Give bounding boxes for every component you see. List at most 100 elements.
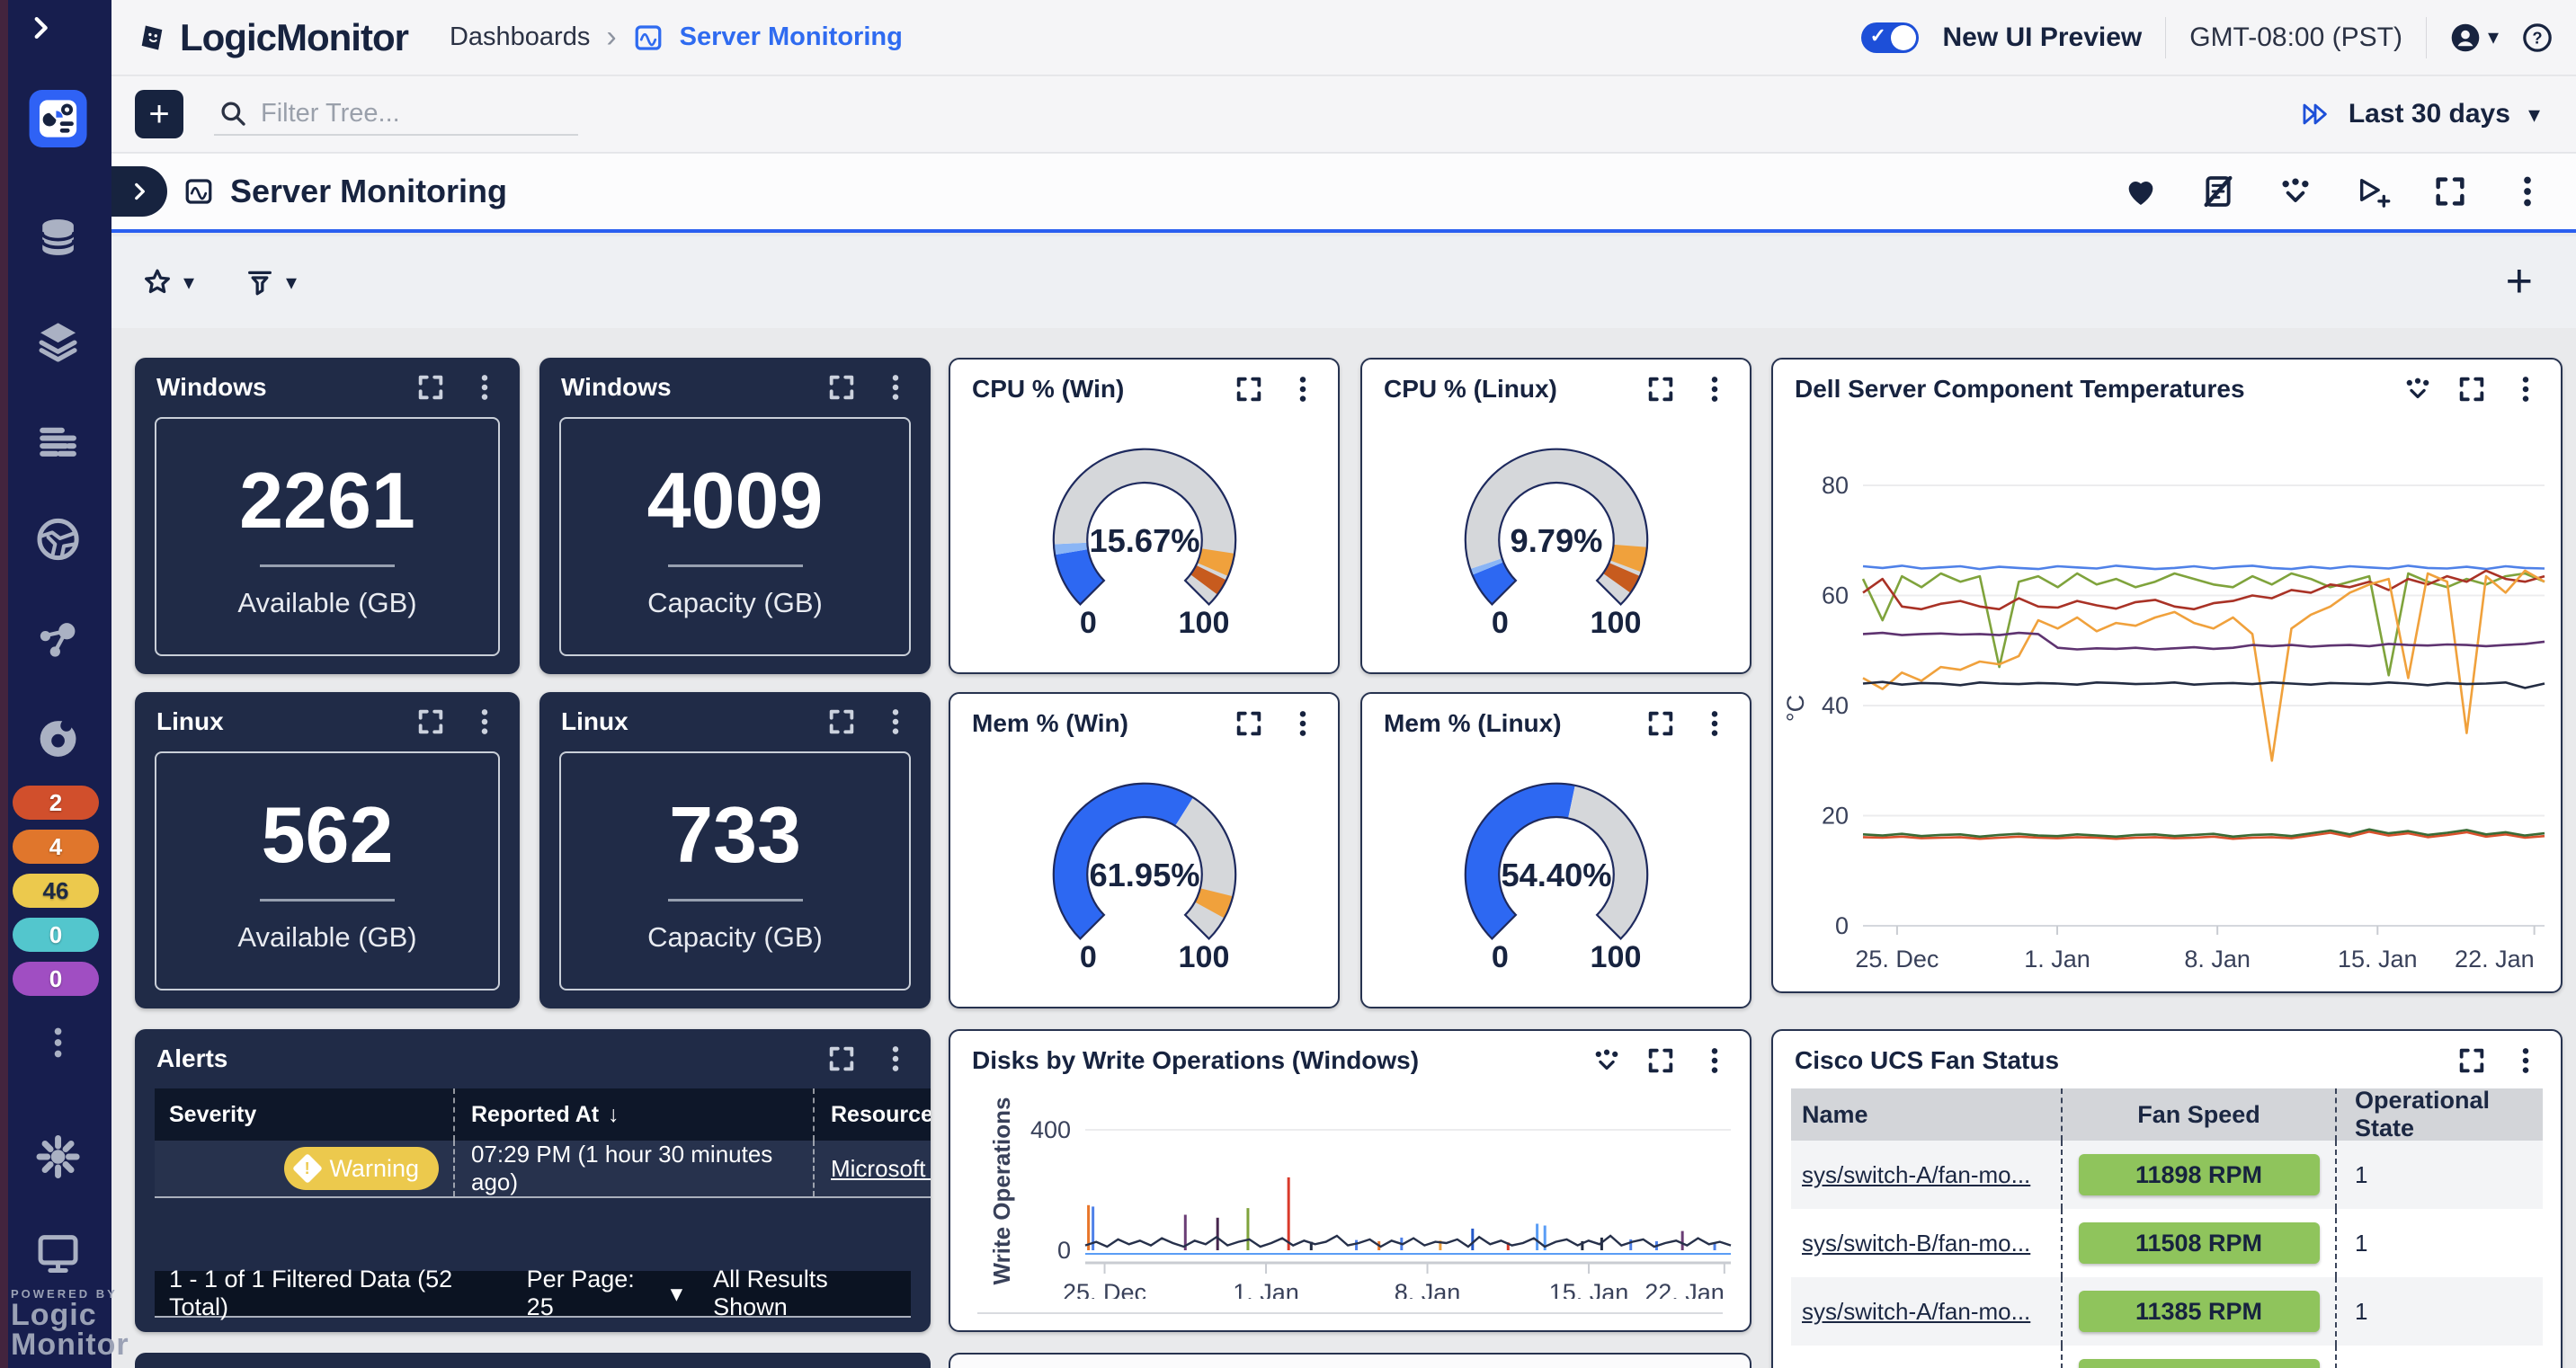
fullscreen-icon[interactable]: [826, 372, 857, 403]
fullscreen-icon[interactable]: [1645, 374, 1676, 404]
fullscreen-icon[interactable]: [415, 706, 446, 737]
more-options-icon[interactable]: [880, 1044, 911, 1074]
sidebar-expand-icon[interactable]: [25, 13, 61, 49]
widget-cpu-win: CPU % (Win) 15.67%0100: [949, 358, 1340, 674]
more-options-icon[interactable]: [2510, 374, 2541, 404]
add-dashboard-button[interactable]: +: [135, 90, 183, 138]
breadcrumb-dashboards[interactable]: Dashboards: [450, 22, 590, 52]
metric-value: 4009: [647, 455, 824, 546]
more-options-icon[interactable]: [2509, 173, 2545, 209]
more-options-icon[interactable]: [880, 372, 911, 403]
fullscreen-icon[interactable]: [415, 372, 446, 403]
per-page-select[interactable]: Per Page: 25▾: [527, 1266, 682, 1321]
more-options-icon[interactable]: [1699, 374, 1730, 404]
gauge-max: 100: [1178, 940, 1229, 974]
fan-speed-badge: 11508 RPM: [2079, 1222, 2320, 1264]
svg-text:1. Jan: 1. Jan: [2024, 946, 2090, 973]
sidebar-item-settings[interactable]: [30, 1128, 87, 1186]
legend-toggle-icon[interactable]: [1591, 1045, 1622, 1076]
fan-row[interactable]: sys/switch-B/fan-mo... 11508 RPM 1: [1791, 1209, 2543, 1277]
fan-name-link[interactable]: sys/switch-A/fan-mo...: [1802, 1298, 2030, 1325]
more-options-icon[interactable]: [1699, 1045, 1730, 1076]
user-menu[interactable]: ▾: [2450, 22, 2499, 53]
fan-status-table: Name Fan Speed Operational State sys/swi…: [1791, 1088, 2543, 1368]
alert-resource-link[interactable]: Microsoft S: [831, 1155, 931, 1183]
alert-badge[interactable]: 4: [13, 830, 99, 864]
logicmonitor-logo[interactable]: LogicMonitor: [137, 16, 408, 59]
col-severity[interactable]: Severity: [155, 1102, 453, 1128]
gauge-max: 100: [1590, 606, 1641, 640]
time-play-icon[interactable]: [2300, 99, 2331, 129]
expand-widgets-icon[interactable]: [2277, 173, 2313, 209]
metric-box: 562 Available (GB): [155, 751, 500, 990]
widget-partial: [135, 1353, 931, 1368]
alert-badge[interactable]: 0: [13, 962, 99, 996]
sidebar-item-topology[interactable]: [30, 611, 87, 669]
more-options-icon[interactable]: [2510, 1045, 2541, 1076]
more-options-icon[interactable]: [1288, 708, 1318, 739]
alert-badge[interactable]: 46: [13, 874, 99, 908]
col-operational-state[interactable]: Operational State: [2335, 1088, 2543, 1141]
widget-title: Windows: [561, 373, 672, 402]
fan-row[interactable]: sys/switch-A/fan-mo... 11385 RPM 1: [1791, 1277, 2543, 1346]
fullscreen-icon[interactable]: [2456, 1045, 2487, 1076]
col-resource[interactable]: Resource/: [813, 1088, 931, 1141]
schedule-icon[interactable]: [2355, 173, 2391, 209]
sidebar-item-display[interactable]: [30, 1224, 87, 1282]
more-options-icon[interactable]: [469, 372, 500, 403]
fan-row[interactable]: sys/switch-A/fan-mo... 11898 RPM 1: [1791, 1141, 2543, 1209]
sidebar-item-logs[interactable]: [30, 415, 87, 473]
fullscreen-icon[interactable]: [2432, 173, 2468, 209]
col-reported-at[interactable]: Reported At↓: [453, 1088, 813, 1141]
legend-toggle-icon[interactable]: [2402, 374, 2433, 404]
more-options-icon[interactable]: [1288, 374, 1318, 404]
gauge-value: 54.40%: [1501, 857, 1611, 893]
svg-text:20: 20: [1822, 803, 1849, 830]
fan-row[interactable]: sys/switch-A/fan-mo... 11156 RPM 1: [1791, 1346, 2543, 1368]
sidebar-more-icon[interactable]: [30, 1014, 87, 1071]
filter-menu[interactable]: ▾: [245, 267, 297, 298]
fullscreen-icon[interactable]: [1645, 708, 1676, 739]
fullscreen-icon[interactable]: [1234, 374, 1264, 404]
svg-text:80: 80: [1822, 472, 1849, 499]
sidebar-item-websites[interactable]: [30, 511, 87, 568]
sidebar-item-dashboards[interactable]: [30, 90, 87, 147]
alerts-pagination: 1 - 1 of 1 Filtered Data (52 Total) Per …: [155, 1271, 911, 1318]
sidebar-item-alerts[interactable]: [30, 710, 87, 768]
fan-name-link[interactable]: sys/switch-B/fan-mo...: [1802, 1230, 2030, 1257]
more-options-icon[interactable]: [1699, 708, 1730, 739]
col-name[interactable]: Name: [1791, 1101, 2061, 1129]
fullscreen-icon[interactable]: [1234, 708, 1264, 739]
col-fan-speed[interactable]: Fan Speed: [2061, 1088, 2335, 1141]
fullscreen-icon[interactable]: [826, 1044, 857, 1074]
expand-panel-button[interactable]: [111, 166, 167, 217]
svg-text:Write Operations: Write Operations: [988, 1097, 1015, 1284]
more-options-icon[interactable]: [469, 706, 500, 737]
fan-state: 1: [2355, 1230, 2367, 1257]
fullscreen-icon[interactable]: [2456, 374, 2487, 404]
favorites-filter[interactable]: ▾: [142, 267, 194, 298]
report-disabled-icon[interactable]: [2200, 173, 2236, 209]
fan-speed-badge: 11385 RPM: [2079, 1291, 2320, 1332]
warning-diamond-icon: !: [292, 1153, 323, 1184]
sidebar-item-resources[interactable]: [30, 209, 87, 266]
help-icon[interactable]: ?: [2522, 22, 2553, 53]
chevron-down-icon[interactable]: ▾: [2528, 101, 2540, 129]
alert-badge[interactable]: 0: [13, 918, 99, 952]
favorite-heart-icon[interactable]: [2123, 173, 2159, 209]
alert-row[interactable]: ! Warning 07:29 PM (1 hour 30 minutes ag…: [155, 1141, 931, 1198]
tree-toolbar: + Last 30 days ▾: [111, 76, 2576, 153]
fullscreen-icon[interactable]: [1645, 1045, 1676, 1076]
add-widget-button[interactable]: +: [2506, 258, 2533, 305]
new-ui-toggle[interactable]: ✓: [1861, 22, 1919, 53]
time-range-selector[interactable]: Last 30 days: [2349, 99, 2510, 129]
more-options-icon[interactable]: [880, 706, 911, 737]
alert-badge[interactable]: 2: [13, 786, 99, 820]
sidebar-item-modules[interactable]: [30, 313, 87, 370]
breadcrumb-current[interactable]: Server Monitoring: [680, 22, 903, 52]
filter-tree-input[interactable]: [261, 99, 557, 129]
fan-name-link[interactable]: sys/switch-A/fan-mo...: [1802, 1161, 2030, 1188]
fullscreen-icon[interactable]: [826, 706, 857, 737]
svg-text:22. Jan: 22. Jan: [2455, 946, 2535, 973]
gauge-min: 0: [1491, 606, 1508, 640]
